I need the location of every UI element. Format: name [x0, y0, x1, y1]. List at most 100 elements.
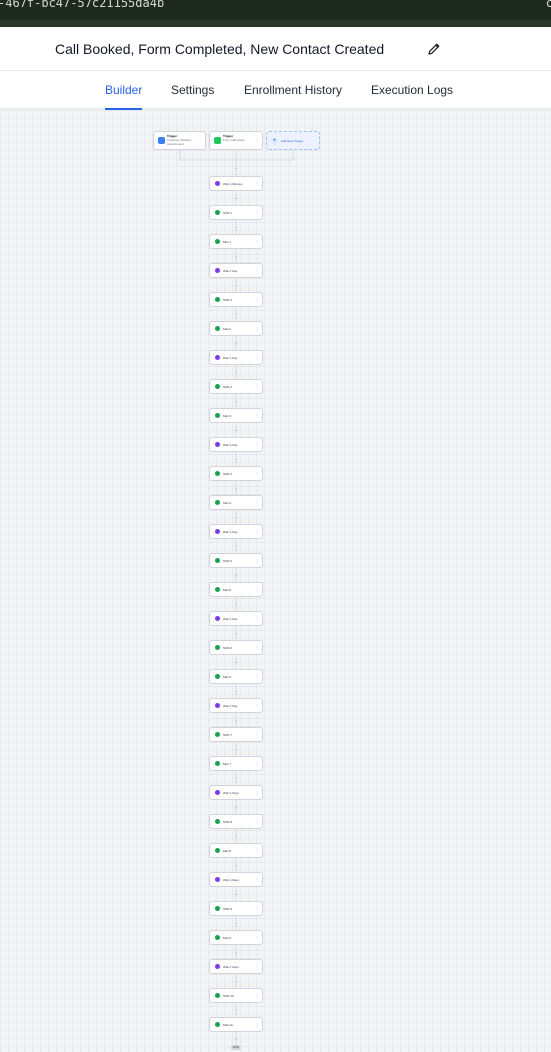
action-node-sms[interactable]: SMS 4 ⋮ — [209, 466, 263, 481]
more-icon[interactable]: ⋮ — [255, 413, 259, 418]
more-icon[interactable]: ⋮ — [255, 558, 259, 563]
add-step-icon[interactable]: + — [235, 805, 238, 810]
pencil-icon[interactable] — [426, 41, 442, 57]
more-icon[interactable]: ⋮ — [198, 138, 202, 143]
action-node-wait[interactable]: Wait 1 Day ⋮ — [209, 524, 263, 539]
action-node-wait[interactable]: Wait 1 Days ⋮ — [209, 959, 263, 974]
action-node-sms[interactable]: SMS 7 ⋮ — [209, 727, 263, 742]
more-icon[interactable]: ⋮ — [255, 906, 259, 911]
action-node-email[interactable]: Mail 3 ⋮ — [209, 408, 263, 423]
more-icon[interactable]: ⋮ — [255, 877, 259, 882]
action-node-sms[interactable]: SMS 9 ⋮ — [209, 901, 263, 916]
more-icon[interactable]: ⋮ — [255, 674, 259, 679]
action-node-wait[interactable]: Wait 1 Days ⋮ — [209, 785, 263, 800]
add-step-icon[interactable]: + — [235, 254, 238, 259]
action-node-wait[interactable]: Wait 1 Days ⋮ — [209, 872, 263, 887]
trigger-card-appointment[interactable]: Trigger Customer Booked Appointment ⋮ — [153, 131, 206, 150]
more-icon[interactable]: ⋮ — [255, 500, 259, 505]
tab-settings[interactable]: Settings — [171, 83, 214, 97]
add-step-icon[interactable]: + — [235, 196, 238, 201]
action-node-email[interactable]: Mail 7 ⋮ — [209, 756, 263, 771]
add-step-icon[interactable]: + — [235, 544, 238, 549]
add-step-icon[interactable]: + — [235, 689, 238, 694]
add-step-icon[interactable]: + — [235, 341, 238, 346]
more-icon[interactable]: ⋮ — [255, 239, 259, 244]
more-icon[interactable]: ⋮ — [255, 993, 259, 998]
more-icon[interactable]: ⋮ — [255, 138, 259, 143]
more-icon[interactable]: ⋮ — [255, 210, 259, 215]
action-node-wait[interactable]: Wait 1 Day ⋮ — [209, 698, 263, 713]
more-icon[interactable]: ⋮ — [255, 471, 259, 476]
add-step-icon[interactable]: + — [235, 399, 238, 404]
action-node-sms[interactable]: SMS 3 ⋮ — [209, 379, 263, 394]
more-icon[interactable]: ⋮ — [255, 355, 259, 360]
action-node-email[interactable]: Mail 1 ⋮ — [209, 234, 263, 249]
more-icon[interactable]: ⋮ — [255, 732, 259, 737]
add-step-icon[interactable]: + — [235, 283, 238, 288]
more-icon[interactable]: ⋮ — [255, 935, 259, 940]
more-icon[interactable]: ⋮ — [255, 645, 259, 650]
add-step-icon[interactable]: + — [235, 631, 238, 636]
add-step-icon[interactable]: + — [235, 718, 238, 723]
action-node-email[interactable]: Mail 6 ⋮ — [209, 669, 263, 684]
more-icon[interactable]: ⋮ — [255, 326, 259, 331]
workflow-canvas[interactable]: + + + + + + + + + + + + + + + + + + + + + + + + + + + + + + + Trigger … — [0, 110, 551, 1052]
add-step-icon[interactable]: + — [235, 486, 238, 491]
action-node-email[interactable]: Mail 9 ⋮ — [209, 930, 263, 945]
action-node-email[interactable]: Mail 10 ⋮ — [209, 1017, 263, 1032]
add-step-icon[interactable]: + — [235, 979, 238, 984]
add-step-icon[interactable]: + — [235, 1037, 238, 1042]
add-step-icon[interactable]: + — [235, 370, 238, 375]
action-node-sms[interactable]: SMS 1 ⋮ — [209, 205, 263, 220]
more-icon[interactable]: ⋮ — [255, 964, 259, 969]
add-step-icon[interactable]: + — [235, 921, 238, 926]
add-step-icon[interactable]: + — [235, 515, 238, 520]
more-icon[interactable]: ⋮ — [255, 790, 259, 795]
more-icon[interactable]: ⋮ — [255, 848, 259, 853]
more-icon[interactable]: ⋮ — [255, 616, 259, 621]
add-step-icon[interactable]: + — [235, 457, 238, 462]
tab-enrollment-history[interactable]: Enrollment History — [244, 83, 342, 97]
action-node-wait[interactable]: Wait 1 Minutes ⋮ — [209, 176, 263, 191]
action-node-sms[interactable]: SMS 2 ⋮ — [209, 292, 263, 307]
action-node-sms[interactable]: SMS 5 ⋮ — [209, 553, 263, 568]
tab-execution-logs[interactable]: Execution Logs — [371, 83, 453, 97]
action-node-sms[interactable]: SMS 6 ⋮ — [209, 640, 263, 655]
add-step-icon[interactable]: + — [235, 660, 238, 665]
more-icon[interactable]: ⋮ — [255, 819, 259, 824]
add-step-icon[interactable]: + — [235, 834, 238, 839]
add-trigger-button[interactable]: + Add New Trigger — [266, 131, 320, 150]
action-node-email[interactable]: Mail 5 ⋮ — [209, 582, 263, 597]
action-node-email[interactable]: Mail 8 ⋮ — [209, 843, 263, 858]
add-step-icon[interactable]: + — [235, 573, 238, 578]
action-node-wait[interactable]: Wait 1 Day ⋮ — [209, 350, 263, 365]
action-node-wait[interactable]: Wait 1 Day ⋮ — [209, 611, 263, 626]
action-node-sms[interactable]: SMS 10 ⋮ — [209, 988, 263, 1003]
more-icon[interactable]: ⋮ — [255, 297, 259, 302]
add-step-icon[interactable]: + — [235, 1008, 238, 1013]
more-icon[interactable]: ⋮ — [255, 268, 259, 273]
trigger-card-form[interactable]: Trigger Form Submitted ⋮ — [209, 131, 263, 150]
action-node-sms[interactable]: SMS 8 ⋮ — [209, 814, 263, 829]
action-node-email[interactable]: Mail 2 ⋮ — [209, 321, 263, 336]
add-step-icon[interactable]: + — [235, 747, 238, 752]
add-step-icon[interactable]: + — [235, 863, 238, 868]
add-step-icon[interactable]: + — [235, 776, 238, 781]
tab-builder[interactable]: Builder — [105, 83, 143, 110]
add-step-icon[interactable]: + — [235, 312, 238, 317]
action-node-email[interactable]: Mail 4 ⋮ — [209, 495, 263, 510]
more-icon[interactable]: ⋮ — [255, 761, 259, 766]
add-step-icon[interactable]: + — [235, 602, 238, 607]
more-icon[interactable]: ⋮ — [255, 384, 259, 389]
more-icon[interactable]: ⋮ — [255, 529, 259, 534]
more-icon[interactable]: ⋮ — [255, 1022, 259, 1027]
add-step-icon[interactable]: + — [235, 892, 238, 897]
more-icon[interactable]: ⋮ — [255, 442, 259, 447]
more-icon[interactable]: ⋮ — [255, 703, 259, 708]
add-step-icon[interactable]: + — [235, 225, 238, 230]
more-icon[interactable]: ⋮ — [255, 587, 259, 592]
add-step-icon[interactable]: + — [235, 166, 238, 171]
add-step-icon[interactable]: + — [235, 428, 238, 433]
action-node-wait[interactable]: Wait 1 Day ⋮ — [209, 437, 263, 452]
more-icon[interactable]: ⋮ — [255, 181, 259, 186]
